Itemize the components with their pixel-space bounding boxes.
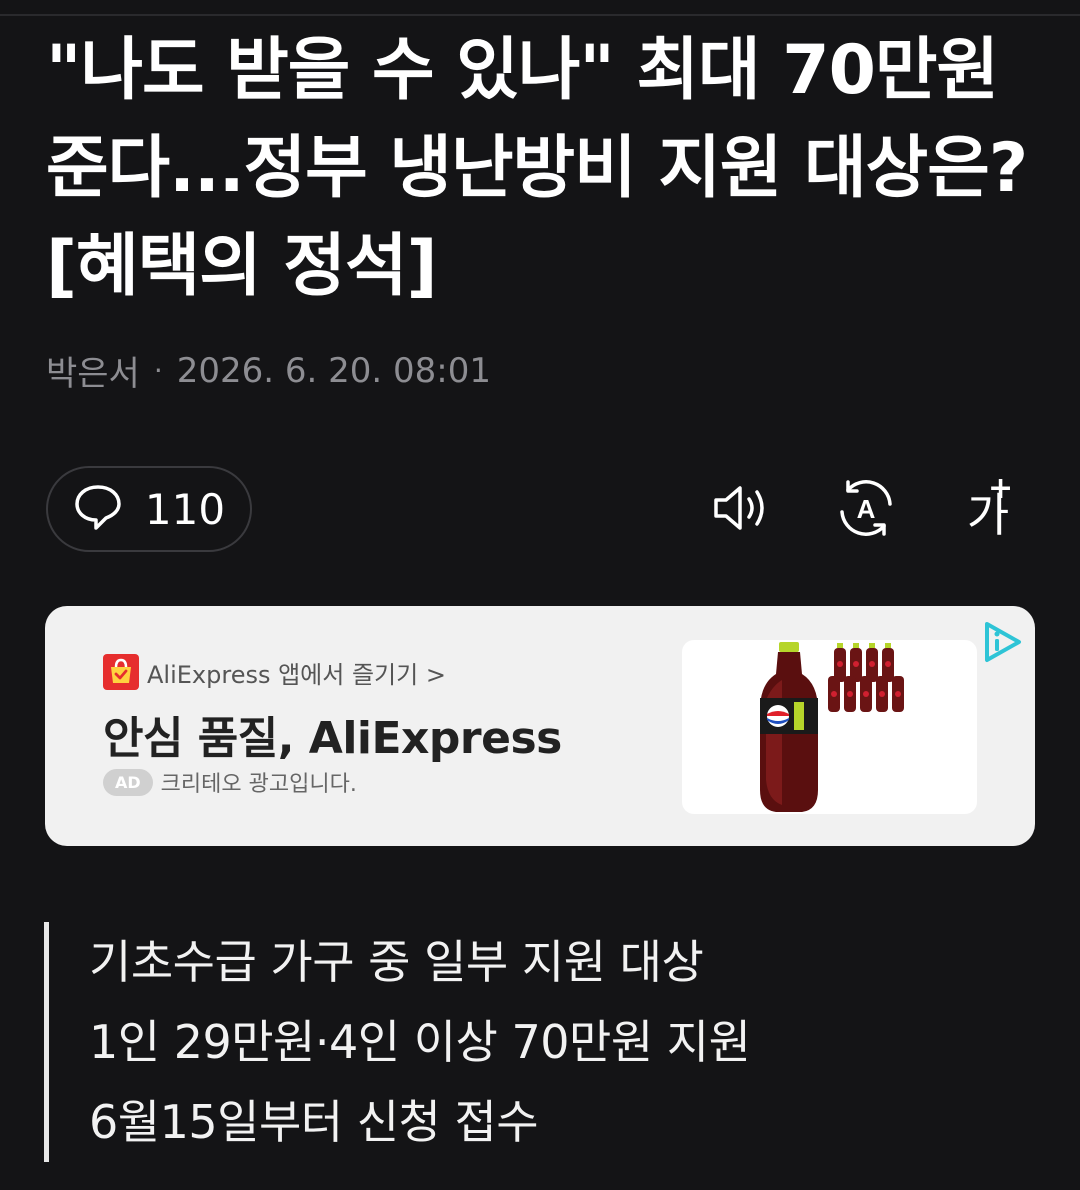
font-size-plus: + [988, 471, 1014, 506]
translate-icon: A [834, 476, 898, 544]
comment-icon [73, 483, 123, 535]
ad-product-image[interactable] [682, 640, 977, 814]
top-divider [0, 14, 1080, 16]
comment-button[interactable]: 110 [46, 466, 252, 552]
article-summary: 기초수급 가구 중 일부 지원 대상 1인 29만원·4인 이상 70만원 지원… [44, 922, 944, 1162]
ad-disclaimer-text: 크리테오 광고입니다. [160, 772, 357, 797]
translate-button[interactable]: A [834, 478, 898, 542]
font-size-icon: 가 + [967, 471, 1013, 543]
byline-separator: · [153, 354, 163, 387]
summary-line: 기초수급 가구 중 일부 지원 대상 [89, 935, 704, 989]
ad-disclaimer: AD 크리테오 광고입니다. [103, 766, 357, 798]
ad-badge: AD [103, 768, 153, 796]
ad-info-icon[interactable] [981, 620, 1025, 664]
ad-brand-text: AliExpress 앱에서 즐기기 > [147, 660, 446, 689]
svg-text:A: A [857, 494, 876, 524]
ad-title: 안심 품질, AliExpress [103, 713, 562, 764]
advertisement-card[interactable]: AliExpress 앱에서 즐기기 > 안심 품질, AliExpress A… [45, 606, 1035, 846]
article-page: "나도 받을 수 있나" 최대 70만원 준다...정부 냉난방비 지원 대상은… [0, 0, 1080, 1190]
cola-bottles-image [760, 642, 904, 812]
publish-timestamp: 2026. 6. 20. 08:01 [176, 350, 492, 391]
font-size-button[interactable]: 가 + [956, 471, 1020, 543]
aliexpress-logo-icon [103, 654, 139, 690]
speaker-icon [710, 480, 774, 540]
ad-brand-link[interactable]: AliExpress 앱에서 즐기기 > [103, 654, 446, 690]
text-to-speech-button[interactable] [710, 478, 774, 542]
summary-line: 6월15일부터 신청 접수 [89, 1095, 539, 1149]
comment-count: 110 [144, 484, 226, 534]
summary-line: 1인 29만원·4인 이상 70만원 지원 [89, 1015, 751, 1069]
article-byline: 박은서 · 2026. 6. 20. 08:01 [46, 346, 491, 395]
author-name[interactable]: 박은서 [46, 346, 140, 395]
article-headline: "나도 받을 수 있나" 최대 70만원 준다...정부 냉난방비 지원 대상은… [46, 31, 1028, 306]
